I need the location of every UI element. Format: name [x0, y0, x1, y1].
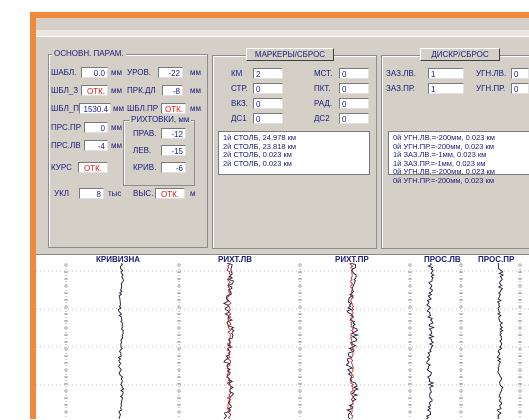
unit-prs-pr: мм [111, 123, 122, 132]
value-rad[interactable]: 0 [339, 98, 369, 109]
markers-log[interactable]: 1й СТОЛБ, 24.978 км 2й СТОЛБ, 23.818 км … [218, 131, 370, 175]
value-urov: -22 [158, 67, 183, 78]
unit-prs-lv: мм [111, 141, 122, 150]
label-prk-dl: ПРК.ДЛ [127, 86, 156, 95]
value-shbl-pr: ОТК. [161, 103, 186, 114]
value-ds2[interactable]: 0 [339, 113, 369, 124]
label-ugn-pr: УГН.ПР. [476, 84, 506, 93]
label-prs-pr: ПРС.ПР [51, 123, 82, 132]
label-zaz-lv: ЗАЗ.ЛВ. [386, 69, 416, 78]
unit-prk-dl: мм [190, 86, 201, 95]
label-rikh-lev: ЛЕВ. [133, 146, 152, 155]
value-km[interactable]: 2 [253, 68, 283, 79]
label-str: СТР. [231, 84, 248, 93]
value-str[interactable]: 0 [253, 83, 283, 94]
label-ugn-lv: УГН.ЛВ. [476, 69, 507, 78]
discr-log[interactable]: 0й УГН.ЛВ.=-200мм, 0.023 км 0й УГН.ПР.=-… [388, 131, 529, 184]
value-rikh-prav: -12 [161, 128, 186, 139]
log-entry: 2й СТОЛБ, 0.023 км [223, 158, 292, 168]
label-kurs: КУРС [51, 163, 72, 172]
value-vys: ОТК. [155, 188, 185, 199]
unit-shbl-p: мм [113, 104, 124, 113]
label-prs-lv: ПРС.ЛВ [51, 141, 81, 150]
value-ukl: 8 [79, 188, 104, 199]
value-ugn-pr[interactable]: 0 [511, 83, 529, 94]
value-shabl: 0.0 [81, 67, 108, 78]
value-zaz-pr[interactable]: 1 [428, 83, 464, 94]
label-pkt: ПКТ. [314, 84, 331, 93]
value-ugn-lv[interactable]: 0 [511, 68, 529, 79]
value-mst[interactable]: 0 [339, 68, 369, 79]
unit-urov: мм [190, 68, 201, 77]
panel-title-band [36, 30, 529, 37]
trace-krivizna [117, 263, 125, 419]
markers-reset-button[interactable]: МАРКЕРЫ/СБРОС [246, 48, 334, 61]
trace-pros-pr [496, 263, 505, 419]
label-vys: ВЫС. [133, 189, 154, 198]
label-shbl-z: ШБЛ_З [51, 86, 79, 95]
label-km: КМ [231, 69, 243, 78]
unit-ukl: тыс [108, 189, 122, 198]
label-rad: РАД. [314, 99, 333, 108]
unit-shabl: мм [111, 68, 122, 77]
value-kurs: ОТК. [78, 162, 108, 173]
label-shbl-pr: ШБЛ.ПР [127, 104, 159, 113]
value-prk-dl: -8 [162, 85, 183, 96]
label-mst: МСТ. [314, 69, 333, 78]
label-ukl: УКЛ [54, 189, 69, 198]
unit-vys: м [190, 189, 196, 198]
value-zaz-lv[interactable]: 1 [428, 68, 464, 79]
label-urov: УРОВ. [127, 68, 152, 77]
label-vkz: ВКЗ. [231, 99, 248, 108]
trace-pros-lv [425, 263, 435, 419]
value-shbl-z: ОТК. [81, 85, 108, 96]
value-prs-lv: -4 [84, 140, 108, 151]
trace-plot [36, 263, 529, 419]
value-ds1[interactable]: 0 [253, 113, 283, 124]
unit-shbl-z: мм [111, 86, 122, 95]
log-entry: 0й УГН.ПР.=-200мм, 0.023 км [393, 175, 494, 185]
main-params-title: ОСНОВН. ПАРАМ. [52, 49, 126, 59]
label-shbl-p: ШБЛ_П [51, 104, 80, 113]
value-vkz[interactable]: 0 [253, 98, 283, 109]
rikhtovki-title: РИХТОВКИ, мм [129, 115, 192, 125]
label-ds2: ДС2 [314, 114, 330, 123]
label-ds1: ДС1 [231, 114, 247, 123]
value-shbl-p: 1530.4 [79, 103, 111, 114]
label-rikh-kriv: КРИВ. [133, 163, 157, 172]
value-pkt[interactable]: 0 [339, 83, 369, 94]
value-rikh-lev: -15 [161, 145, 186, 156]
label-zaz-pr: ЗАЗ.ПР. [386, 84, 415, 93]
label-rikh-prav: ПРАВ. [133, 129, 157, 138]
label-shabl: ШАБЛ. [51, 68, 77, 77]
unit-shbl-pr: мм [190, 104, 201, 113]
value-prs-pr: 0 [84, 122, 108, 133]
discr-reset-button[interactable]: ДИСКР/СБРОС [420, 48, 500, 61]
value-rikh-kriv: -6 [161, 162, 186, 173]
